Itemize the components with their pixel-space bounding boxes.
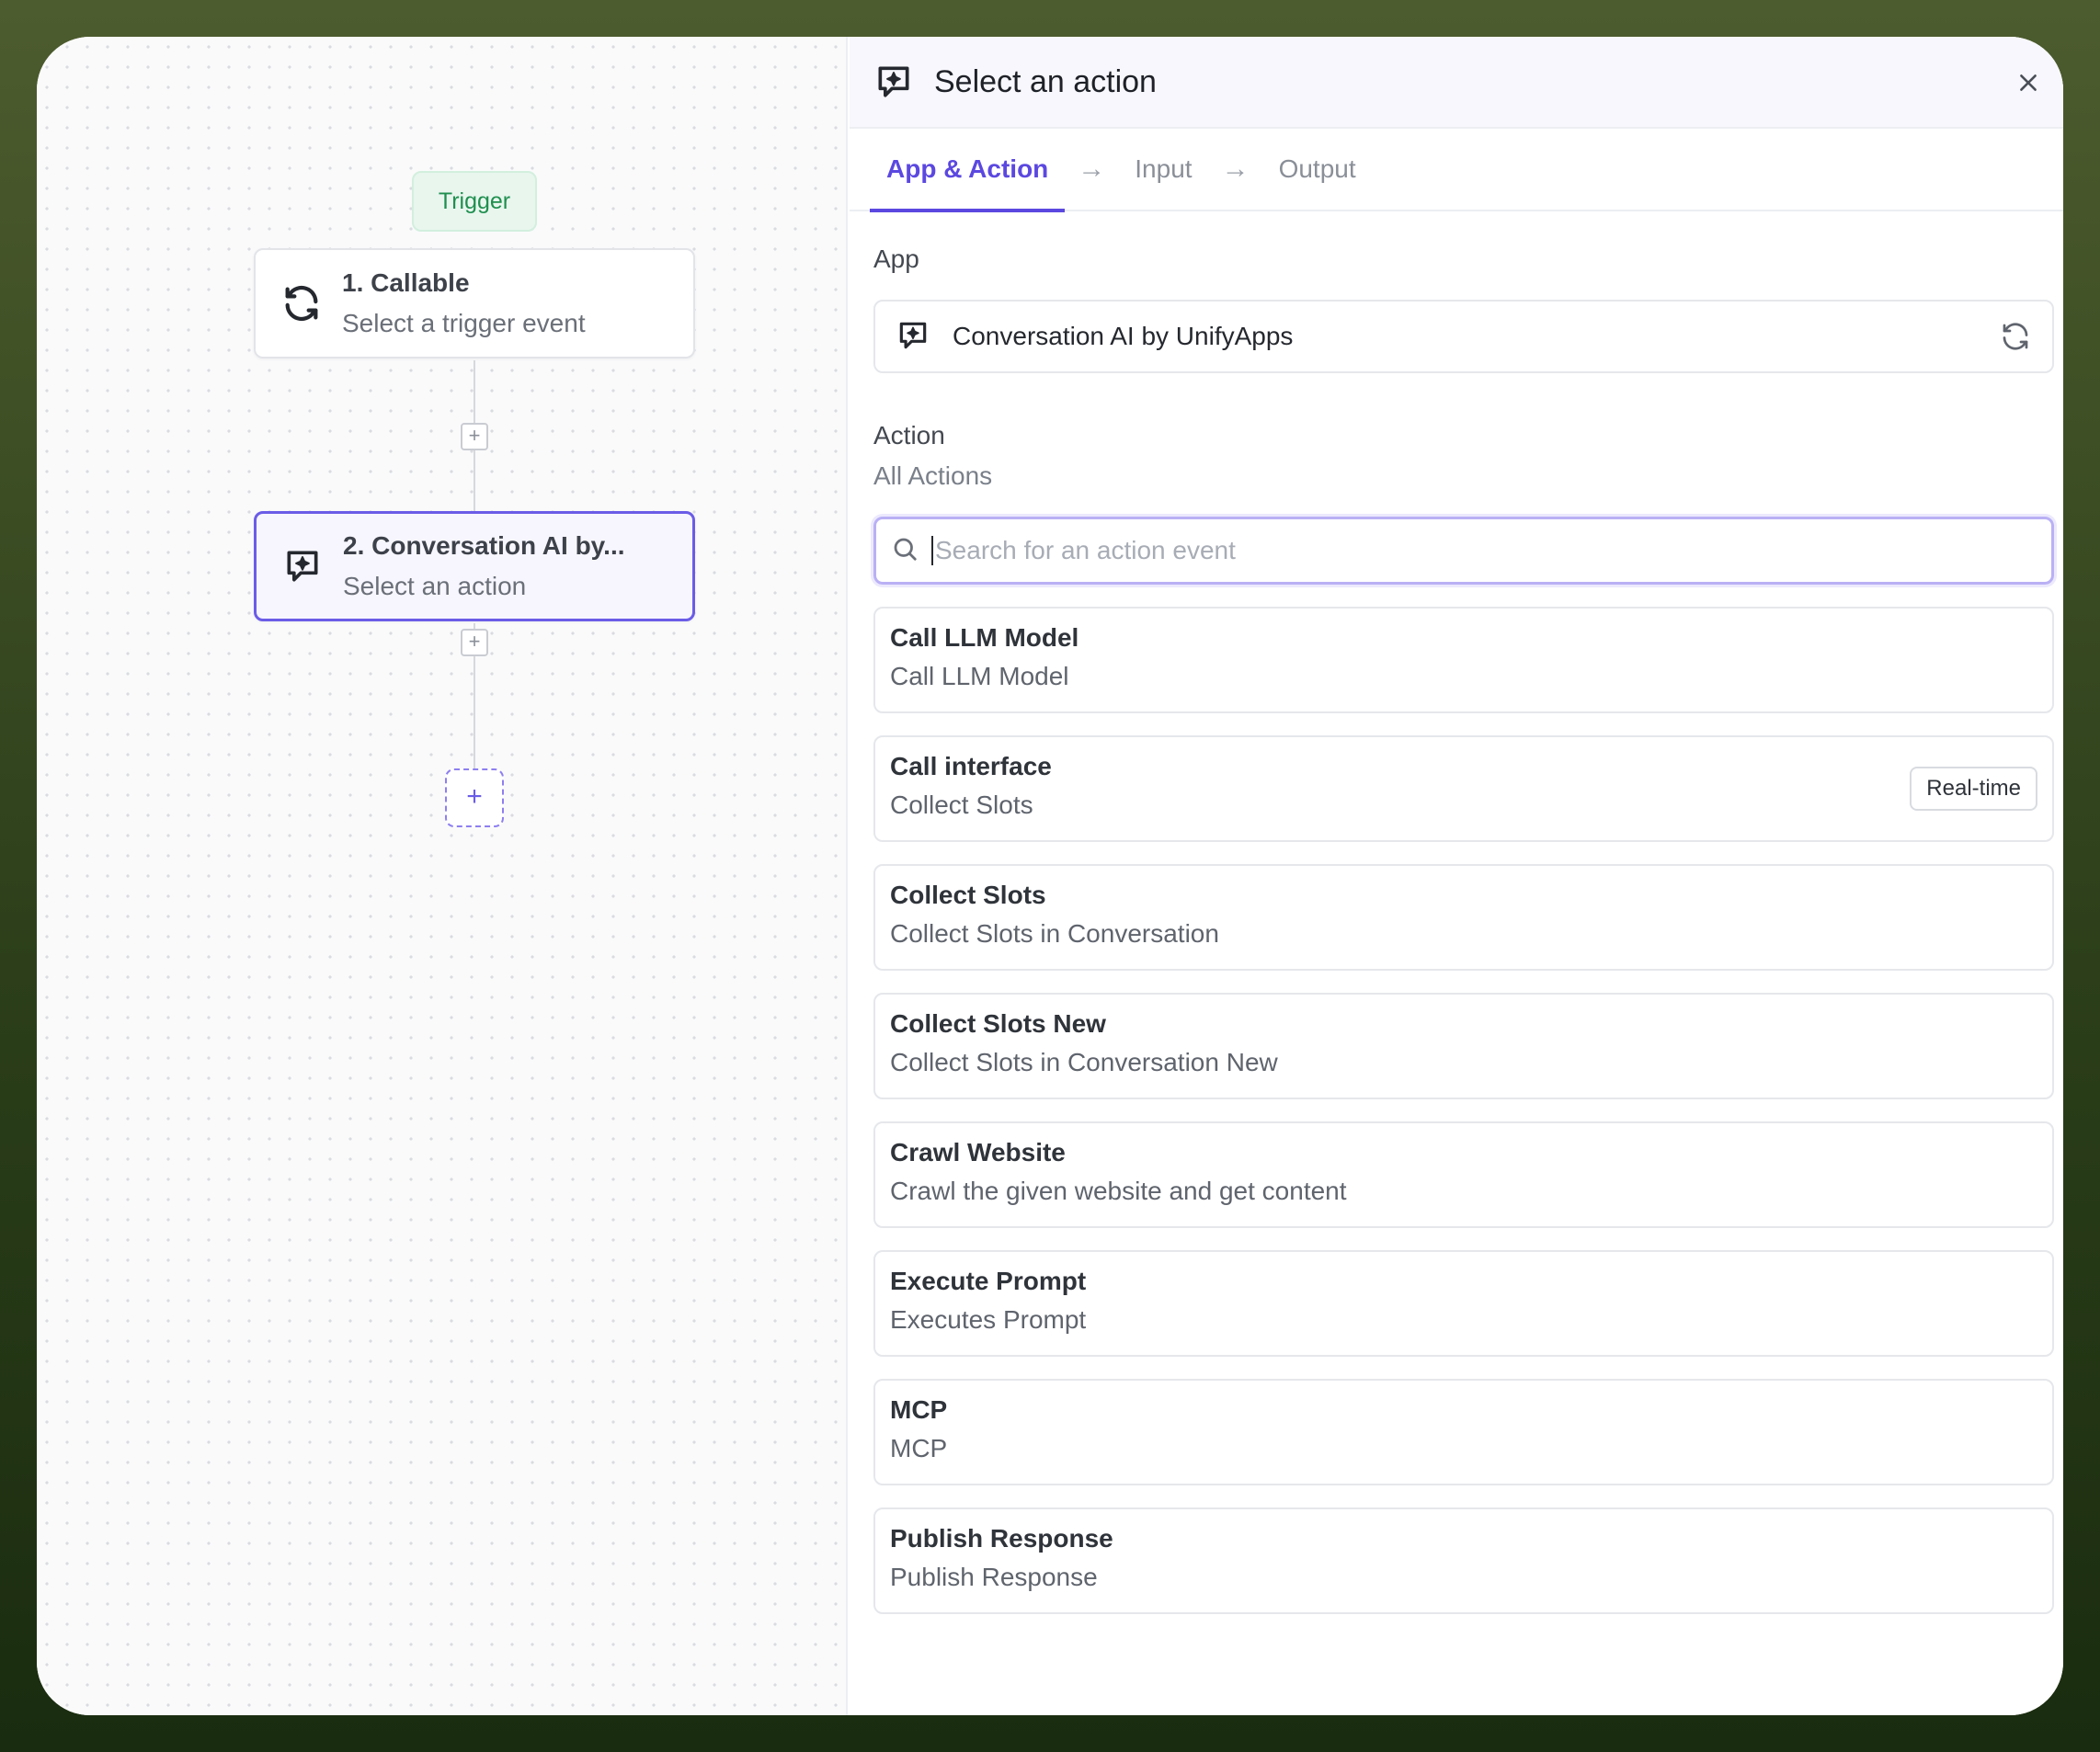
node-subtitle: Select a trigger event bbox=[342, 309, 586, 337]
action-item[interactable]: Publish Response Publish Response bbox=[873, 1507, 2054, 1614]
action-title: MCP bbox=[890, 1395, 948, 1424]
tab-app-action[interactable]: App & Action bbox=[870, 128, 1066, 212]
action-title: Collect Slots bbox=[890, 881, 1046, 909]
node-title: 2. Conversation AI by... bbox=[343, 531, 625, 560]
action-description: Collect Slots in Conversation New bbox=[890, 1048, 1278, 1076]
action-section-label: Action bbox=[873, 421, 945, 449]
selected-app-name: Conversation AI by UnifyApps bbox=[953, 322, 1294, 350]
ai-chat-sparkle-icon bbox=[896, 318, 932, 355]
select-action-panel: Select an action App & Action → Input → … bbox=[850, 37, 2063, 1715]
action-description: Crawl the given website and get content bbox=[890, 1177, 1347, 1205]
action-item[interactable]: Call interface Collect Slots Real-time bbox=[873, 735, 2054, 842]
action-description: Collect Slots in Conversation bbox=[890, 919, 1219, 948]
arrow-right-icon: → bbox=[1078, 154, 1106, 184]
trigger-badge: Trigger bbox=[412, 171, 537, 232]
action-title: Call interface bbox=[890, 752, 1052, 780]
workflow-node-callable[interactable]: 1. Callable Select a trigger event bbox=[254, 248, 695, 358]
node-title: 1. Callable bbox=[342, 268, 470, 297]
action-title: Crawl Website bbox=[890, 1138, 1066, 1166]
action-search-input[interactable] bbox=[931, 536, 2016, 565]
action-description: Collect Slots bbox=[890, 791, 1033, 819]
add-step-button[interactable]: + bbox=[445, 768, 504, 827]
app-section-label: App bbox=[873, 245, 919, 273]
action-title: Collect Slots New bbox=[890, 1009, 1106, 1038]
action-title: Publish Response bbox=[890, 1524, 1113, 1553]
search-icon bbox=[891, 535, 919, 567]
ai-chat-sparkle-icon bbox=[280, 544, 325, 588]
action-description: Call LLM Model bbox=[890, 662, 1069, 690]
insert-step-button[interactable]: + bbox=[461, 423, 488, 450]
refresh-cycle-icon bbox=[280, 281, 324, 325]
action-item[interactable]: Crawl Website Crawl the given website an… bbox=[873, 1121, 2054, 1228]
action-description: Publish Response bbox=[890, 1563, 1098, 1591]
panel-header: Select an action bbox=[850, 37, 2063, 129]
panel-title: Select an action bbox=[934, 63, 1157, 99]
action-filter-label[interactable]: All Actions bbox=[873, 461, 992, 491]
workflow-node-conversation-ai[interactable]: 2. Conversation AI by... Select an actio… bbox=[254, 511, 695, 621]
ai-chat-sparkle-icon bbox=[873, 62, 914, 102]
app-selector[interactable]: Conversation AI by UnifyApps bbox=[873, 300, 2054, 373]
workflow-canvas[interactable]: Trigger 1. Callable Select a trigger eve… bbox=[37, 37, 848, 1715]
step-tabs: App & Action → Input → Output bbox=[850, 128, 2063, 212]
action-title: Call LLM Model bbox=[890, 623, 1079, 652]
app-window: Trigger 1. Callable Select a trigger eve… bbox=[37, 37, 2063, 1715]
realtime-badge: Real-time bbox=[1910, 767, 2037, 811]
action-search-field[interactable] bbox=[873, 517, 2054, 585]
node-subtitle: Select an action bbox=[343, 572, 527, 600]
action-item[interactable]: Collect Slots New Collect Slots in Conve… bbox=[873, 993, 2054, 1099]
action-item[interactable]: Call LLM Model Call LLM Model bbox=[873, 607, 2054, 713]
action-item[interactable]: Collect Slots Collect Slots in Conversat… bbox=[873, 864, 2054, 971]
tab-output[interactable]: Output bbox=[1262, 128, 1373, 210]
action-item[interactable]: Execute Prompt Executes Prompt bbox=[873, 1250, 2054, 1357]
arrow-right-icon: → bbox=[1221, 154, 1250, 184]
change-app-icon[interactable] bbox=[1999, 320, 2032, 353]
insert-step-button[interactable]: + bbox=[461, 629, 488, 656]
action-list: Call LLM Model Call LLM Model Call inter… bbox=[873, 607, 2054, 1636]
action-description: Executes Prompt bbox=[890, 1305, 1087, 1334]
action-item[interactable]: MCP MCP bbox=[873, 1379, 2054, 1485]
tab-input[interactable]: Input bbox=[1118, 128, 1208, 210]
action-title: Execute Prompt bbox=[890, 1267, 1087, 1295]
action-description: MCP bbox=[890, 1434, 948, 1462]
close-icon[interactable] bbox=[2012, 66, 2045, 99]
